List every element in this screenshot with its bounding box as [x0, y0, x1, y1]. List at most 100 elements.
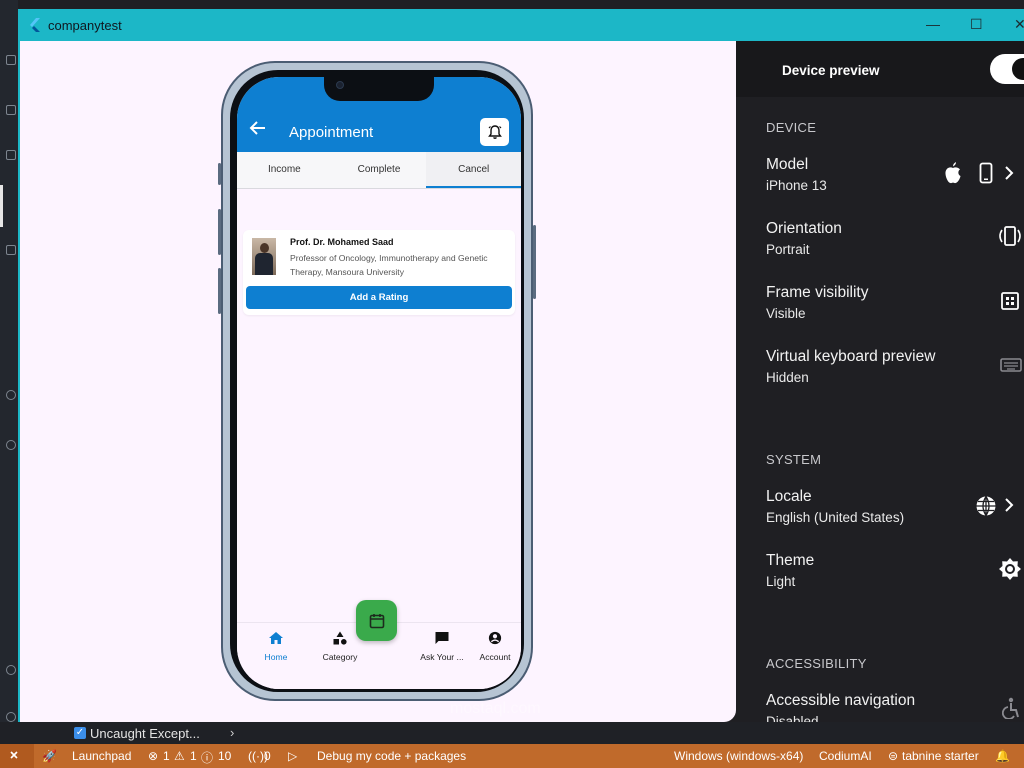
- doctor-description: Professor of Oncology, Immunotherapy and…: [290, 253, 488, 277]
- notch: [324, 77, 434, 101]
- brightness-icon[interactable]: [998, 557, 1022, 581]
- panel-title: Device preview: [782, 63, 880, 78]
- account-icon: [488, 631, 502, 645]
- setting-orientation-value: Portrait: [766, 242, 810, 257]
- remote-icon: [10, 751, 18, 759]
- nav-account[interactable]: Account: [470, 631, 520, 662]
- panel-header: Device preview: [736, 41, 1024, 97]
- setting-orientation-name: Orientation: [766, 220, 842, 237]
- tabnine-item[interactable]: tabnine starter: [902, 749, 979, 763]
- setting-keyboard[interactable]: Virtual keyboard preview Hidden: [766, 348, 1016, 385]
- testing-icon[interactable]: [6, 390, 16, 400]
- codium-item[interactable]: CodiumAI: [819, 749, 872, 763]
- status-bar: 🚀 Launchpad ⊗ 1 ⚠ 1 ⓘ 10 ((·)) 0 ▷ Debug…: [0, 744, 1024, 768]
- phone-screen: Appointment Income Complete Cancel Prof.…: [237, 77, 521, 689]
- info-count[interactable]: 10: [218, 749, 231, 763]
- keyboard-icon[interactable]: [1000, 358, 1022, 372]
- tab-complete[interactable]: Complete: [332, 152, 427, 188]
- calendar-icon: [369, 613, 384, 628]
- setting-keyboard-name: Virtual keyboard preview: [766, 348, 936, 365]
- chat-icon: [435, 632, 449, 644]
- active-indicator: [0, 185, 3, 227]
- screen-rotation-icon[interactable]: [997, 225, 1023, 247]
- remote-indicator[interactable]: [0, 744, 34, 768]
- camera-icon: [336, 81, 344, 89]
- apple-icon: [945, 162, 961, 184]
- uncaught-exceptions-label: Uncaught Except...: [90, 726, 200, 741]
- section-accessibility: ACCESSIBILITY: [766, 656, 867, 671]
- chevron-right-icon[interactable]: [1004, 166, 1014, 180]
- uncaught-exceptions-checkbox[interactable]: ✓: [74, 727, 86, 739]
- phone-device-icon: [979, 162, 993, 184]
- globe-icon: [976, 496, 996, 516]
- setting-accessible-nav-value: Disabled: [766, 714, 819, 722]
- back-arrow-icon[interactable]: [249, 121, 267, 135]
- tab-cancel[interactable]: Cancel: [426, 152, 521, 188]
- ports-count[interactable]: 0: [264, 749, 271, 763]
- activity-bar: [0, 0, 18, 745]
- notifications-bell-icon[interactable]: 🔔: [995, 749, 1010, 763]
- appointment-tabs: Income Complete Cancel: [237, 152, 521, 189]
- bottom-navigation: Home Category Ask Your ... Account: [237, 600, 521, 689]
- power-button: [533, 225, 536, 299]
- setting-frame-name: Frame visibility: [766, 284, 869, 301]
- chevron-right-icon[interactable]: [1004, 498, 1014, 512]
- tabnine-icon: ⊜: [888, 749, 899, 763]
- category-icon: [333, 631, 347, 645]
- phone-frame: Appointment Income Complete Cancel Prof.…: [218, 61, 536, 701]
- settings-gear-icon[interactable]: [6, 712, 16, 722]
- window-border: [18, 41, 20, 723]
- maximize-button[interactable]: ☐: [970, 16, 983, 33]
- bell-icon: [487, 125, 502, 139]
- setting-accessible-nav-name: Accessible navigation: [766, 692, 916, 709]
- side-button: [218, 163, 221, 185]
- home-icon: [269, 632, 283, 644]
- launchpad-item[interactable]: Launchpad: [72, 749, 131, 763]
- setting-frame-value: Visible: [766, 306, 806, 321]
- notification-button[interactable]: [480, 118, 509, 146]
- extensions-icon[interactable]: [6, 245, 16, 255]
- explorer-icon[interactable]: [6, 55, 16, 65]
- frame-icon[interactable]: [1001, 292, 1019, 310]
- warnings-icon: ⚠: [174, 749, 185, 763]
- rocket-icon: 🚀: [42, 749, 57, 763]
- device-preview-toggle[interactable]: [990, 54, 1024, 84]
- setting-orientation[interactable]: Orientation Portrait: [766, 220, 1016, 257]
- source-control-icon[interactable]: [6, 150, 16, 160]
- section-device: DEVICE: [766, 120, 817, 135]
- setting-theme[interactable]: Theme Light: [766, 552, 1016, 589]
- debug-config[interactable]: Debug my code + packages: [317, 749, 466, 763]
- tab-income[interactable]: Income: [237, 152, 332, 188]
- nav-ask[interactable]: Ask Your ...: [417, 631, 467, 662]
- nav-home[interactable]: Home: [251, 631, 301, 662]
- window-title: companytest: [48, 18, 122, 33]
- setting-theme-name: Theme: [766, 552, 815, 569]
- doctor-name: Prof. Dr. Mohamed Saad: [290, 237, 394, 247]
- watermark: mostaql.com: [450, 700, 541, 717]
- nav-account-label: Account: [479, 652, 511, 662]
- errors-icon: ⊗: [148, 749, 159, 763]
- nav-category[interactable]: Category: [315, 631, 365, 662]
- remote-icon[interactable]: [6, 440, 16, 450]
- search-icon[interactable]: [6, 105, 16, 115]
- window-titlebar: companytest — ☐ ✕: [18, 9, 1024, 41]
- errors-count[interactable]: 1: [163, 749, 170, 763]
- chevron-right-icon[interactable]: ›: [230, 725, 234, 740]
- device-preview-panel: Device preview DEVICE Model iPhone 13 Or…: [736, 41, 1024, 722]
- info-icon: ⓘ: [201, 751, 214, 765]
- setting-frame[interactable]: Frame visibility Visible: [766, 284, 1016, 321]
- add-rating-button[interactable]: Add a Rating: [246, 286, 512, 309]
- volume-down-button: [218, 268, 221, 314]
- setting-accessible-nav[interactable]: Accessible navigation Disabled: [766, 692, 1016, 722]
- minimize-button[interactable]: —: [926, 16, 940, 32]
- debug-breakpoints-bar: ✓ Uncaught Except... ›: [0, 722, 1024, 744]
- section-system: SYSTEM: [766, 452, 822, 467]
- nav-category-label: Category: [322, 652, 358, 662]
- appointment-card: Prof. Dr. Mohamed Saad Professor of Onco…: [243, 230, 515, 315]
- nav-ask-label: Ask Your ...: [420, 652, 464, 662]
- platform-item[interactable]: Windows (windows-x64): [674, 749, 803, 763]
- debug-play-icon: ▷: [288, 749, 298, 763]
- close-button[interactable]: ✕: [1014, 16, 1024, 33]
- warnings-count[interactable]: 1: [190, 749, 197, 763]
- account-icon[interactable]: [6, 665, 16, 675]
